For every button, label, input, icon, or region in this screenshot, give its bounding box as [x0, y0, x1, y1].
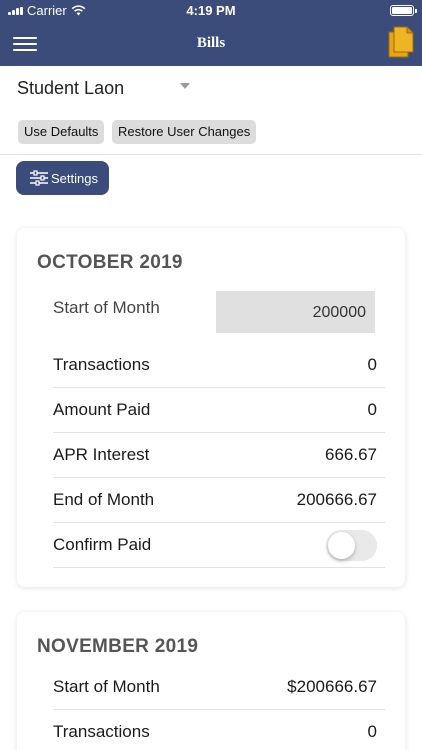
- row-value: 200666.67: [296, 490, 377, 509]
- confirm-paid-row: Confirm Paid: [53, 523, 385, 568]
- row-label: Transactions: [53, 355, 150, 374]
- start-of-month-input[interactable]: 200000: [216, 291, 375, 333]
- row-value: 0: [367, 400, 377, 419]
- row-value: 0: [367, 722, 377, 741]
- start-of-month-label: Start of Month: [53, 298, 160, 317]
- use-defaults-button[interactable]: Use Defaults: [18, 120, 105, 144]
- confirm-paid-toggle[interactable]: [326, 530, 377, 561]
- row-value: 0: [367, 355, 377, 374]
- row-label: Amount Paid: [53, 400, 151, 419]
- month-title: NOVEMBER 2019: [37, 636, 199, 657]
- clock-time: 4:19 PM: [186, 3, 236, 18]
- row-label: Start of Month: [53, 677, 160, 696]
- status-bar: Carrier 4:19 PM: [0, 0, 422, 22]
- list-item: Start of Month $200666.67: [53, 665, 385, 710]
- settings-button[interactable]: Settings: [16, 161, 109, 195]
- chevron-down-icon: [180, 83, 190, 89]
- list-item: Amount Paid 0: [53, 388, 385, 433]
- page-title: Bills: [196, 35, 226, 51]
- month-title: OCTOBER 2019: [37, 252, 183, 273]
- row-label: Transactions: [53, 722, 150, 741]
- list-item: Transactions 0: [53, 710, 385, 750]
- navigation-bar: Bills: [0, 22, 422, 66]
- row-value: $200666.67: [287, 677, 377, 696]
- settings-button-label: Settings: [51, 171, 98, 186]
- list-item: Transactions 0: [53, 343, 385, 388]
- loan-picker-value: Student Laon: [17, 78, 125, 98]
- sliders-icon: [30, 170, 48, 186]
- restore-user-changes-button[interactable]: Restore User Changes: [112, 120, 257, 144]
- divider: [0, 154, 422, 155]
- battery-icon: [390, 5, 417, 16]
- month-card-november: NOVEMBER 2019 Start of Month $200666.67 …: [17, 612, 405, 750]
- confirm-paid-label: Confirm Paid: [53, 535, 152, 554]
- loan-picker[interactable]: Student Laon: [0, 66, 422, 110]
- list-item: End of Month 200666.67: [53, 478, 385, 523]
- document-copy-icon[interactable]: [388, 26, 414, 58]
- row-value: 666.67: [325, 445, 377, 464]
- row-label: End of Month: [53, 490, 155, 509]
- list-item: APR Interest 666.67: [53, 433, 385, 478]
- row-label: APR Interest: [53, 445, 150, 464]
- month-card-october: OCTOBER 2019 Start of Month 200000 Trans…: [17, 228, 405, 587]
